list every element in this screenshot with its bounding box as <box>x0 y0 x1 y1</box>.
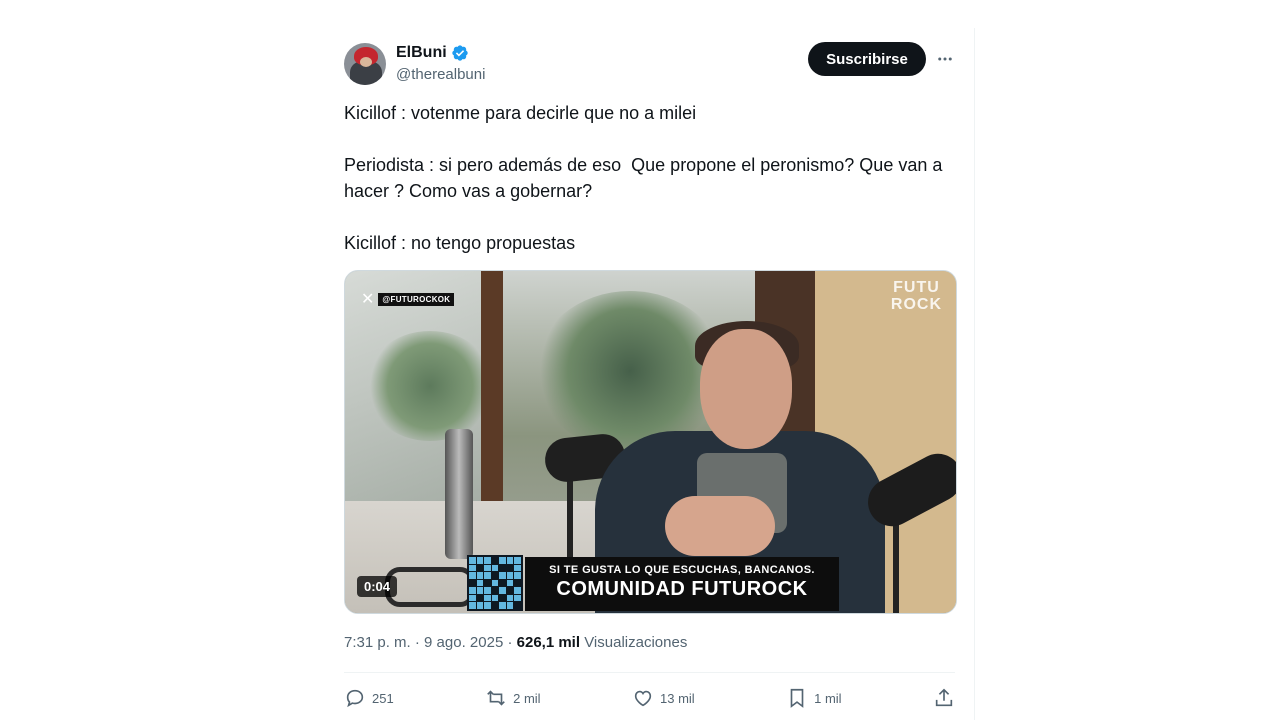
verified-icon <box>451 45 468 61</box>
bookmark-button[interactable]: 1 mil <box>786 687 842 709</box>
more-icon[interactable] <box>934 48 956 70</box>
qr-code <box>467 555 523 611</box>
tweet-time[interactable]: 7:31 p. m. <box>344 634 411 651</box>
tweet-date[interactable]: 9 ago. 2025 <box>424 634 503 651</box>
source-tag-label: @FUTUROCKOK <box>378 292 455 306</box>
author-handle[interactable]: @therealbuni <box>396 66 485 83</box>
tweet-card: ElBuni @therealbuni Suscribirse Kicillof… <box>326 28 975 720</box>
banner-large-text: COMUNIDAD FUTUROCK <box>556 578 808 600</box>
share-icon <box>935 688 953 707</box>
views-label: Visualizaciones <box>584 634 688 651</box>
tweet-text: Kicillof : votenme para decirle que no a… <box>344 100 959 256</box>
like-button[interactable]: 13 mil <box>632 687 695 709</box>
repost-button[interactable]: 2 mil <box>485 687 541 709</box>
futurock-watermark: FUTU ROCK <box>890 279 942 313</box>
tweet-paragraph: Periodista : si pero además de eso Que p… <box>344 155 948 201</box>
reply-button[interactable]: 251 <box>344 687 394 709</box>
share-button[interactable] <box>933 687 955 709</box>
author-name-row[interactable]: ElBuni <box>396 44 469 62</box>
like-count: 13 mil <box>660 690 695 706</box>
bookmark-icon <box>790 688 804 708</box>
source-tag: ✕ @FUTUROCKOK <box>361 289 455 309</box>
bookmark-count: 1 mil <box>814 690 842 706</box>
tweet-meta: 7:31 p. m. · 9 ago. 2025 · 626,1 mil Vis… <box>344 634 688 651</box>
author-display-name[interactable]: ElBuni <box>396 44 447 62</box>
action-bar: 251 2 mil 13 mil 1 mil <box>344 684 955 712</box>
views-count: 626,1 mil <box>516 634 581 651</box>
video-player[interactable]: ✕ @FUTUROCKOK FUTU ROCK SI TE GUSTA LO Q… <box>344 270 957 614</box>
reply-count: 251 <box>372 690 394 706</box>
subscribe-button[interactable]: Suscribirse <box>808 42 926 76</box>
video-timestamp: 0:04 <box>357 576 398 597</box>
banner-small-text: SI TE GUSTA LO QUE ESCUCHAS, BANCANOS. <box>549 564 815 576</box>
tweet-paragraph: Kicillof : votenme para decirle que no a… <box>344 103 697 123</box>
avatar[interactable] <box>344 43 386 85</box>
video-banner: SI TE GUSTA LO QUE ESCUCHAS, BANCANOS. C… <box>525 557 839 611</box>
like-icon <box>634 690 652 707</box>
divider <box>344 672 955 673</box>
reply-icon <box>346 689 364 708</box>
x-logo-icon: ✕ <box>361 291 375 308</box>
repost-icon <box>487 690 505 706</box>
repost-count: 2 mil <box>513 690 541 706</box>
tweet-paragraph: Kicillof : no tengo propuestas <box>344 233 576 253</box>
